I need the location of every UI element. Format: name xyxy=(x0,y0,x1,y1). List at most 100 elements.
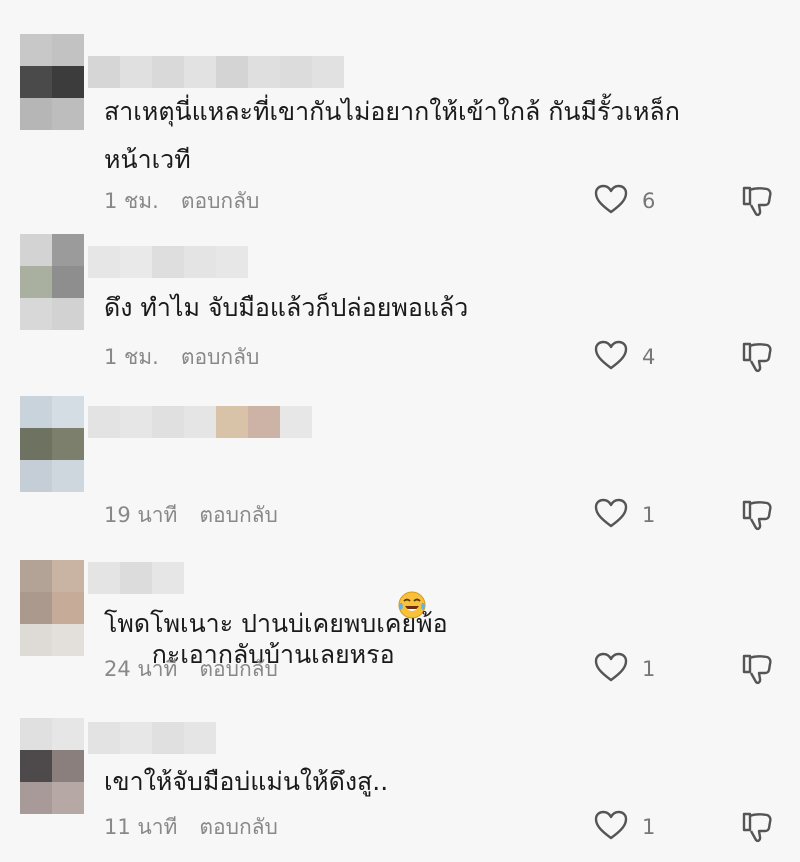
comment-time: 24 นาที xyxy=(104,656,178,681)
avatar-pixel xyxy=(20,34,52,66)
avatar-pixel xyxy=(20,592,52,624)
comment-item: สาเหตุนี่แหละที่เขากันไม่อยากให้เข้าใกล้… xyxy=(0,34,800,224)
thumbs-down-outline-icon xyxy=(740,186,774,222)
avatar-pixel xyxy=(20,782,52,814)
comment-text: โพดโพเนาะ ปานบ่เคยพบเคยพ้อ xyxy=(104,609,448,638)
username-pixel xyxy=(152,406,184,438)
dislike-button[interactable] xyxy=(740,652,774,686)
avatar-pixel xyxy=(20,66,52,98)
username-pixel xyxy=(216,406,248,438)
comment-text: ดึง ทำไม จับมือแล้วก็ปล่อยพอแล้ว xyxy=(104,293,469,322)
avatar-pixel xyxy=(20,98,52,130)
avatar-pixel xyxy=(52,66,84,98)
comment-time: 19 นาที xyxy=(104,502,178,527)
comment-item: โพดโพเนาะ ปานบ่เคยพบเคยพ้อ 24 นาที ตอบกล… xyxy=(0,560,800,710)
username-pixel xyxy=(88,246,120,278)
like-button[interactable]: 1 xyxy=(594,498,655,532)
username-pixel xyxy=(152,246,184,278)
avatar-pixel xyxy=(20,560,52,592)
username-pixel xyxy=(184,722,216,754)
avatar[interactable] xyxy=(20,34,84,130)
dislike-button[interactable] xyxy=(740,498,774,532)
thumbs-down-outline-icon xyxy=(740,500,774,536)
comment-meta: 19 นาที ตอบกลับ xyxy=(104,498,278,532)
username-pixel xyxy=(312,56,344,88)
avatar-pixel xyxy=(52,592,84,624)
like-count: 1 xyxy=(642,815,656,839)
avatar[interactable] xyxy=(20,718,84,814)
comment-meta: 11 นาที ตอบกลับ xyxy=(104,810,278,844)
avatar-pixel xyxy=(20,428,52,460)
heart-outline-icon xyxy=(594,184,628,218)
reply-button[interactable]: ตอบกลับ xyxy=(181,185,260,218)
avatar-pixel xyxy=(52,266,84,298)
avatar-pixel xyxy=(52,718,84,750)
like-count: 1 xyxy=(642,503,656,527)
like-button[interactable]: 4 xyxy=(594,340,655,374)
username-pixel xyxy=(152,562,184,594)
reply-button[interactable]: ตอบกลับ xyxy=(199,653,278,686)
reply-button[interactable]: ตอบกลับ xyxy=(199,499,278,532)
heart-outline-icon xyxy=(594,810,628,844)
comment-time: 1 ชม. xyxy=(104,344,159,369)
username-blurred[interactable] xyxy=(88,560,184,596)
comment-list: สาเหตุนี่แหละที่เขากันไม่อยากให้เข้าใกล้… xyxy=(0,0,800,862)
heart-outline-icon xyxy=(594,340,628,374)
username-pixel xyxy=(88,722,120,754)
avatar[interactable] xyxy=(20,560,84,656)
tears-of-joy-emoji xyxy=(397,492,427,619)
like-button[interactable]: 1 xyxy=(594,810,655,844)
comment-item: ดึง ทำไม จับมือแล้วก็ปล่อยพอแล้ว 1 ชม. ต… xyxy=(0,234,800,394)
username-pixel xyxy=(120,56,152,88)
avatar-pixel xyxy=(20,750,52,782)
avatar-pixel xyxy=(20,718,52,750)
username-pixel xyxy=(88,562,120,594)
username-pixel xyxy=(216,56,248,88)
username-pixel xyxy=(152,56,184,88)
avatar-pixel xyxy=(52,34,84,66)
username-pixel xyxy=(280,56,312,88)
avatar-pixel xyxy=(52,624,84,656)
avatar[interactable] xyxy=(20,396,84,492)
username-pixel xyxy=(184,246,216,278)
reply-button[interactable]: ตอบกลับ xyxy=(181,341,260,374)
like-count: 4 xyxy=(642,345,656,369)
avatar-pixel xyxy=(20,460,52,492)
like-count: 1 xyxy=(642,657,656,681)
username-pixel xyxy=(120,722,152,754)
comment-item: เขาให้จับมือบ่แม่นให้ดึงสู.. 11 นาที ตอบ… xyxy=(0,718,800,862)
username-blurred[interactable] xyxy=(88,244,248,280)
avatar-pixel xyxy=(20,234,52,266)
username-pixel xyxy=(184,56,216,88)
avatar-pixel xyxy=(20,266,52,298)
dislike-button[interactable] xyxy=(740,184,774,218)
username-pixel xyxy=(88,406,120,438)
avatar-pixel xyxy=(52,460,84,492)
like-button[interactable]: 6 xyxy=(594,184,655,218)
avatar-pixel xyxy=(52,782,84,814)
like-count: 6 xyxy=(642,189,656,213)
dislike-button[interactable] xyxy=(740,340,774,374)
avatar-pixel xyxy=(20,298,52,330)
username-blurred[interactable] xyxy=(88,54,344,90)
thumbs-down-outline-icon xyxy=(740,654,774,690)
comment-time: 11 นาที xyxy=(104,814,178,839)
comment-item: กะเอากลับบ้านเลยหรอ 19 นาที ตอบกลับ 1 xyxy=(0,396,800,669)
avatar[interactable] xyxy=(20,234,84,330)
username-pixel xyxy=(248,56,280,88)
comment-meta: 24 นาที ตอบกลับ xyxy=(104,652,278,686)
dislike-button[interactable] xyxy=(740,810,774,844)
reply-button[interactable]: ตอบกลับ xyxy=(199,811,278,844)
comment-meta: 1 ชม. ตอบกลับ xyxy=(104,184,259,218)
username-blurred[interactable] xyxy=(88,404,312,440)
username-blurred[interactable] xyxy=(88,720,216,756)
avatar-pixel xyxy=(52,560,84,592)
username-pixel xyxy=(88,56,120,88)
username-pixel xyxy=(120,562,152,594)
avatar-pixel xyxy=(20,396,52,428)
avatar-pixel xyxy=(52,396,84,428)
avatar-pixel xyxy=(52,750,84,782)
avatar-pixel xyxy=(52,298,84,330)
username-pixel xyxy=(216,246,248,278)
like-button[interactable]: 1 xyxy=(594,652,655,686)
